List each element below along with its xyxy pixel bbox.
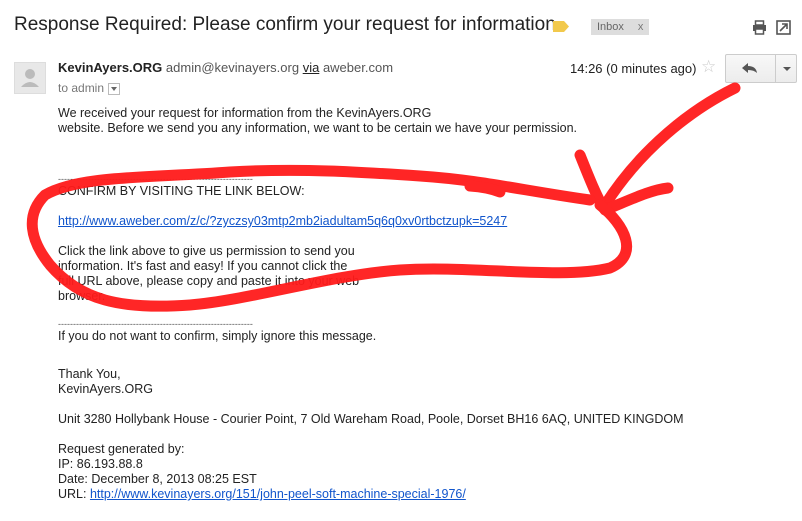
- intro-line-1: We received your request for information…: [58, 106, 432, 120]
- recipient-line: to admin: [58, 81, 121, 95]
- print-icon[interactable]: [752, 20, 767, 35]
- inbox-label-chip[interactable]: Inbox x: [591, 19, 650, 35]
- new-window-icon[interactable]: [776, 20, 791, 35]
- reply-button[interactable]: [726, 55, 774, 82]
- details-dropdown-button[interactable]: [108, 82, 121, 95]
- subject-row: Response Required: Please confirm your r…: [0, 0, 802, 48]
- intro-line-2: website. Before we send you any informat…: [58, 121, 578, 135]
- instruction-line-2: information. It's fast and easy! If you …: [58, 259, 348, 273]
- inbox-label-text: Inbox: [597, 21, 624, 33]
- reply-button-group: [725, 54, 797, 83]
- divider-line: ----------------------------------------…: [58, 319, 253, 329]
- recipient-text: to admin: [58, 81, 105, 95]
- instruction-line-4: browser.: [58, 289, 106, 303]
- remove-label-button[interactable]: x: [638, 21, 644, 33]
- email-timestamp: 14:26 (0 minutes ago): [570, 61, 697, 76]
- label-tag-icon[interactable]: [553, 21, 569, 32]
- instruction-line-1: Click the link above to give us permissi…: [58, 244, 355, 258]
- instruction-line-3: full URL above, please copy and paste it…: [58, 274, 360, 288]
- thanks-line: Thank You,: [58, 367, 121, 381]
- reply-icon: [742, 63, 757, 73]
- divider-line: ----------------------------------------…: [58, 174, 253, 184]
- confirm-link[interactable]: http://www.aweber.com/z/c/?zyczsy03mtp2m…: [58, 214, 507, 228]
- request-heading: Request generated by:: [58, 442, 185, 456]
- ignore-line: If you do not want to confirm, simply ig…: [58, 329, 377, 343]
- email-body: We received your request for information…: [58, 106, 758, 502]
- url-label: URL:: [58, 487, 90, 501]
- via-domain: aweber.com: [322, 60, 394, 75]
- confirm-heading: CONFIRM BY VISITING THE LINK BELOW:: [58, 184, 305, 198]
- signature: KevinAyers.ORG: [58, 382, 153, 396]
- sender-email: admin@kevinayers.org: [165, 60, 300, 75]
- avatar: [14, 62, 46, 94]
- email-subject: Response Required: Please confirm your r…: [14, 14, 562, 35]
- sender-name: KevinAyers.ORG: [58, 60, 163, 75]
- url-line: URL: http://www.kevinayers.org/151/john-…: [58, 487, 758, 502]
- ip-line: IP: 86.193.88.8: [58, 457, 143, 471]
- sender-line: KevinAyers.ORG admin@kevinayers.org via …: [58, 60, 393, 75]
- source-url-link[interactable]: http://www.kevinayers.org/151/john-peel-…: [90, 487, 466, 501]
- postal-address: Unit 3280 Hollybank House - Courier Poin…: [58, 412, 684, 426]
- via-link[interactable]: via: [303, 60, 320, 75]
- date-line: Date: December 8, 2013 08:25 EST: [58, 472, 257, 486]
- avatar-icon: [21, 69, 39, 87]
- star-icon[interactable]: ☆: [701, 57, 716, 77]
- more-actions-button[interactable]: [775, 55, 797, 82]
